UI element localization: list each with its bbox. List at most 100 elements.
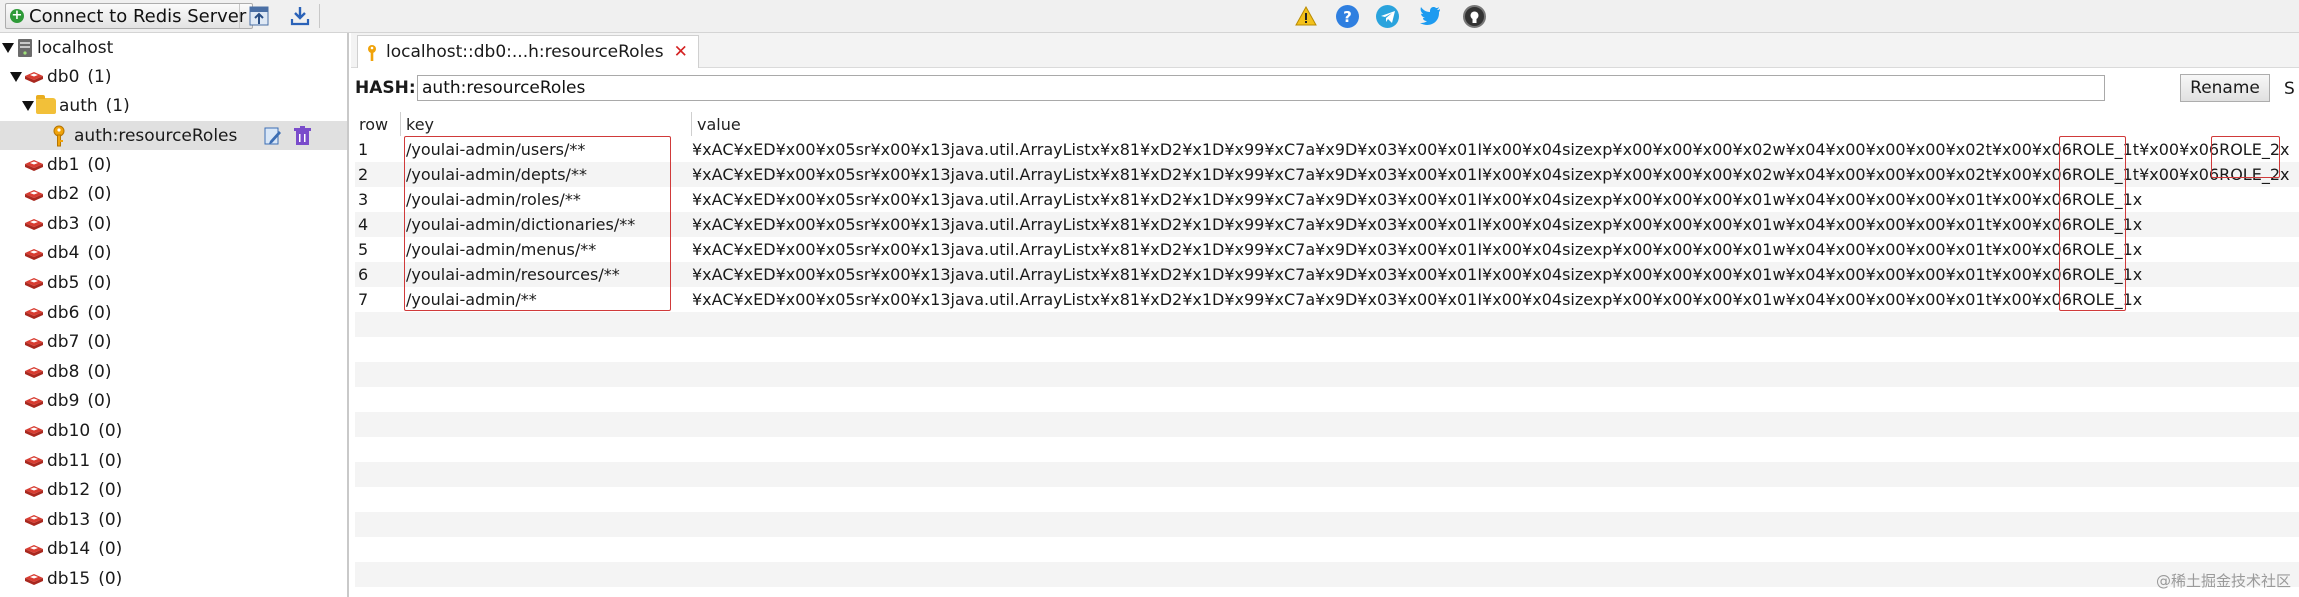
- rename-button[interactable]: Rename: [2180, 74, 2270, 102]
- db-label: db8: [47, 361, 80, 382]
- tree-item-db1[interactable]: db1 (0): [24, 150, 112, 179]
- tree-item-db9[interactable]: db9 (0): [24, 387, 112, 416]
- tree-item-server[interactable]: localhost: [2, 33, 113, 62]
- redis-db-icon: [25, 485, 43, 497]
- hash-field-value: ¥xAC¥xED¥x00¥x05sr¥x00¥x13java.util.Arra…: [692, 290, 2143, 309]
- db-label: db9: [47, 391, 80, 412]
- key-icon: [368, 44, 376, 61]
- tree-item-db13[interactable]: db13 (0): [24, 505, 122, 534]
- tree-item-db15[interactable]: db15 (0): [24, 564, 122, 593]
- watermark: @稀土掘金技术社区: [2155, 572, 2291, 590]
- redis-db-icon: [25, 396, 43, 408]
- folder-label: auth: [59, 95, 98, 116]
- column-divider[interactable]: [691, 112, 692, 136]
- db-count: (0): [87, 272, 112, 293]
- tree-item-db6[interactable]: db6 (0): [24, 298, 112, 327]
- key-column-highlight-box: [404, 136, 671, 311]
- db-count: (0): [98, 480, 123, 501]
- empty-table-row: [355, 562, 2299, 587]
- redis-db-icon: [25, 72, 43, 83]
- db0-label: db0: [47, 66, 80, 87]
- column-header-row[interactable]: row: [359, 115, 388, 134]
- key-name-input[interactable]: [417, 75, 2105, 101]
- key-icon: [53, 125, 65, 146]
- hash-field-value: ¥xAC¥xED¥x00¥x05sr¥x00¥x13java.util.Arra…: [692, 165, 2290, 184]
- row-number: 7: [358, 290, 369, 309]
- import-icon[interactable]: [246, 4, 272, 28]
- tree-item-db5[interactable]: db5 (0): [24, 268, 112, 297]
- db-count: (0): [87, 302, 112, 323]
- redis-db-icon: [25, 515, 43, 527]
- tree-item-db11[interactable]: db11 (0): [24, 446, 122, 475]
- redis-db-icon: [25, 189, 43, 201]
- db-count: (0): [98, 568, 123, 589]
- connect-to-redis-server-button[interactable]: + Connect to Redis Server: [5, 3, 254, 29]
- db-label: db2: [47, 184, 80, 205]
- edit-icon[interactable]: [264, 127, 282, 145]
- db-label: db15: [47, 568, 91, 589]
- tree-item-db4[interactable]: db4 (0): [24, 239, 112, 268]
- tab-bar: localhost::db0:...h:resourceRoles ✕: [351, 33, 2299, 68]
- redis-db-icon: [25, 219, 43, 231]
- row-number: 5: [358, 240, 369, 259]
- empty-table-row: [355, 387, 2299, 412]
- db-label: db10: [47, 420, 91, 441]
- expand-caret-icon[interactable]: [10, 71, 22, 82]
- db-count: (0): [87, 154, 112, 175]
- tree-item-db12[interactable]: db12 (0): [24, 476, 122, 505]
- column-divider[interactable]: [400, 112, 401, 136]
- row-number: 3: [358, 190, 369, 209]
- column-header-value[interactable]: value: [697, 115, 741, 134]
- connection-tree: localhost db0 (1) auth (1) auth:resource…: [0, 33, 349, 597]
- db-label: db4: [47, 243, 80, 264]
- tree-item-folder-auth[interactable]: auth (1): [22, 91, 130, 120]
- export-icon[interactable]: [287, 4, 313, 28]
- tree-item-db2[interactable]: db2 (0): [24, 180, 112, 209]
- redis-db-icon: [25, 337, 43, 349]
- db-count: (0): [87, 213, 112, 234]
- db-count: (0): [87, 361, 112, 382]
- tab-resource-roles[interactable]: localhost::db0:...h:resourceRoles ✕: [357, 35, 699, 68]
- close-icon[interactable]: ✕: [674, 42, 688, 62]
- tree-item-db14[interactable]: db14 (0): [24, 535, 122, 564]
- db-count: (0): [98, 450, 123, 471]
- main-toolbar: + Connect to Redis Server ?: [0, 0, 2299, 33]
- db-count: (0): [87, 243, 112, 264]
- db-label: db12: [47, 480, 91, 501]
- hash-field-value: ¥xAC¥xED¥x00¥x05sr¥x00¥x13java.util.Arra…: [692, 240, 2143, 259]
- server-icon: [18, 38, 32, 57]
- db-count: (0): [98, 509, 123, 530]
- hash-field-value: ¥xAC¥xED¥x00¥x05sr¥x00¥x13java.util.Arra…: [692, 140, 2290, 159]
- db-count: (0): [87, 184, 112, 205]
- tree-item-db0[interactable]: db0 (1): [10, 62, 112, 91]
- tree-item-db7[interactable]: db7 (0): [24, 328, 112, 357]
- delete-icon[interactable]: [294, 126, 311, 145]
- empty-table-row: [355, 537, 2299, 562]
- help-icon[interactable]: ?: [1336, 5, 1359, 28]
- tree-item-db8[interactable]: db8 (0): [24, 357, 112, 386]
- db-label: db1: [47, 154, 80, 175]
- db-count: (0): [87, 332, 112, 353]
- expand-caret-icon[interactable]: [22, 100, 34, 111]
- db-count: (0): [98, 420, 123, 441]
- db-label: db7: [47, 332, 80, 353]
- empty-table-row: [355, 587, 2299, 597]
- warning-icon[interactable]: [1293, 4, 1319, 28]
- telegram-icon[interactable]: [1376, 5, 1399, 28]
- expand-caret-icon[interactable]: [2, 42, 14, 53]
- tree-item-db3[interactable]: db3 (0): [24, 209, 112, 238]
- empty-table-row: [355, 362, 2299, 387]
- redis-db-icon: [25, 160, 43, 171]
- hash-values-table: row key value 1/youlai-admin/users/** ¥xA…: [355, 112, 2299, 597]
- empty-table-row: [355, 412, 2299, 437]
- tree-item-key-resource-roles[interactable]: auth:resourceRoles: [0, 121, 347, 150]
- row-number: 4: [358, 215, 369, 234]
- row-number: 6: [358, 265, 369, 284]
- db-label: db13: [47, 509, 91, 530]
- github-icon[interactable]: [1463, 5, 1486, 28]
- twitter-icon[interactable]: [1417, 4, 1443, 28]
- truncated-toolbar-button[interactable]: S: [2284, 79, 2295, 99]
- folder-count: (1): [105, 95, 130, 116]
- column-header-key[interactable]: key: [406, 115, 434, 134]
- tree-item-db10[interactable]: db10 (0): [24, 416, 122, 445]
